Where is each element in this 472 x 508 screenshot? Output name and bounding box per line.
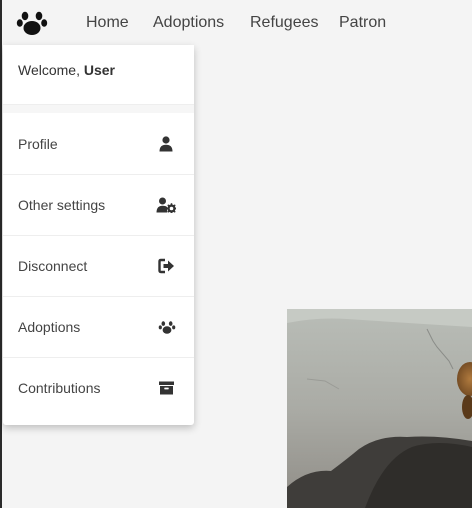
top-navbar: Home Adoptions Refugees Patron [0,0,472,46]
nav-link-refugees[interactable]: Refugees [250,14,319,32]
menu-item-label: Contributions [18,380,101,396]
user-dropdown-menu: Welcome, User Profile Other settings Dis… [3,45,194,425]
user-cog-icon [156,197,176,213]
menu-divider [3,357,194,358]
menu-item-other-settings[interactable]: Other settings [3,176,194,236]
user-icon [159,136,173,152]
sign-out-icon [158,258,174,274]
menu-divider [3,235,194,236]
menu-item-label: Other settings [18,197,106,213]
archive-icon [159,381,174,395]
nav-link-adoptions[interactable]: Adoptions [153,14,224,32]
menu-item-disconnect[interactable]: Disconnect [3,237,194,297]
menu-item-profile[interactable]: Profile [3,115,194,175]
menu-item-label: Profile [18,136,58,152]
menu-item-adoptions[interactable]: Adoptions [3,298,194,358]
menu-item-contributions[interactable]: Contributions [3,359,194,419]
menu-divider [3,296,194,297]
welcome-message: Welcome, User [18,62,115,78]
pet-photo [287,309,472,508]
nav-link-home[interactable]: Home [86,14,129,32]
paw-icon [16,11,48,35]
menu-item-label: Disconnect [18,258,88,274]
welcome-username: User [83,62,116,78]
menu-divider [3,174,194,175]
paw-icon [158,321,176,334]
window-left-edge [0,0,2,508]
menu-spacer [3,105,194,113]
nav-link-patron[interactable]: Patron [339,14,386,32]
brand-logo[interactable] [16,6,48,38]
menu-item-label: Adoptions [18,319,81,335]
pet-photo-image [287,309,472,508]
welcome-prefix: Welcome, [18,62,84,78]
